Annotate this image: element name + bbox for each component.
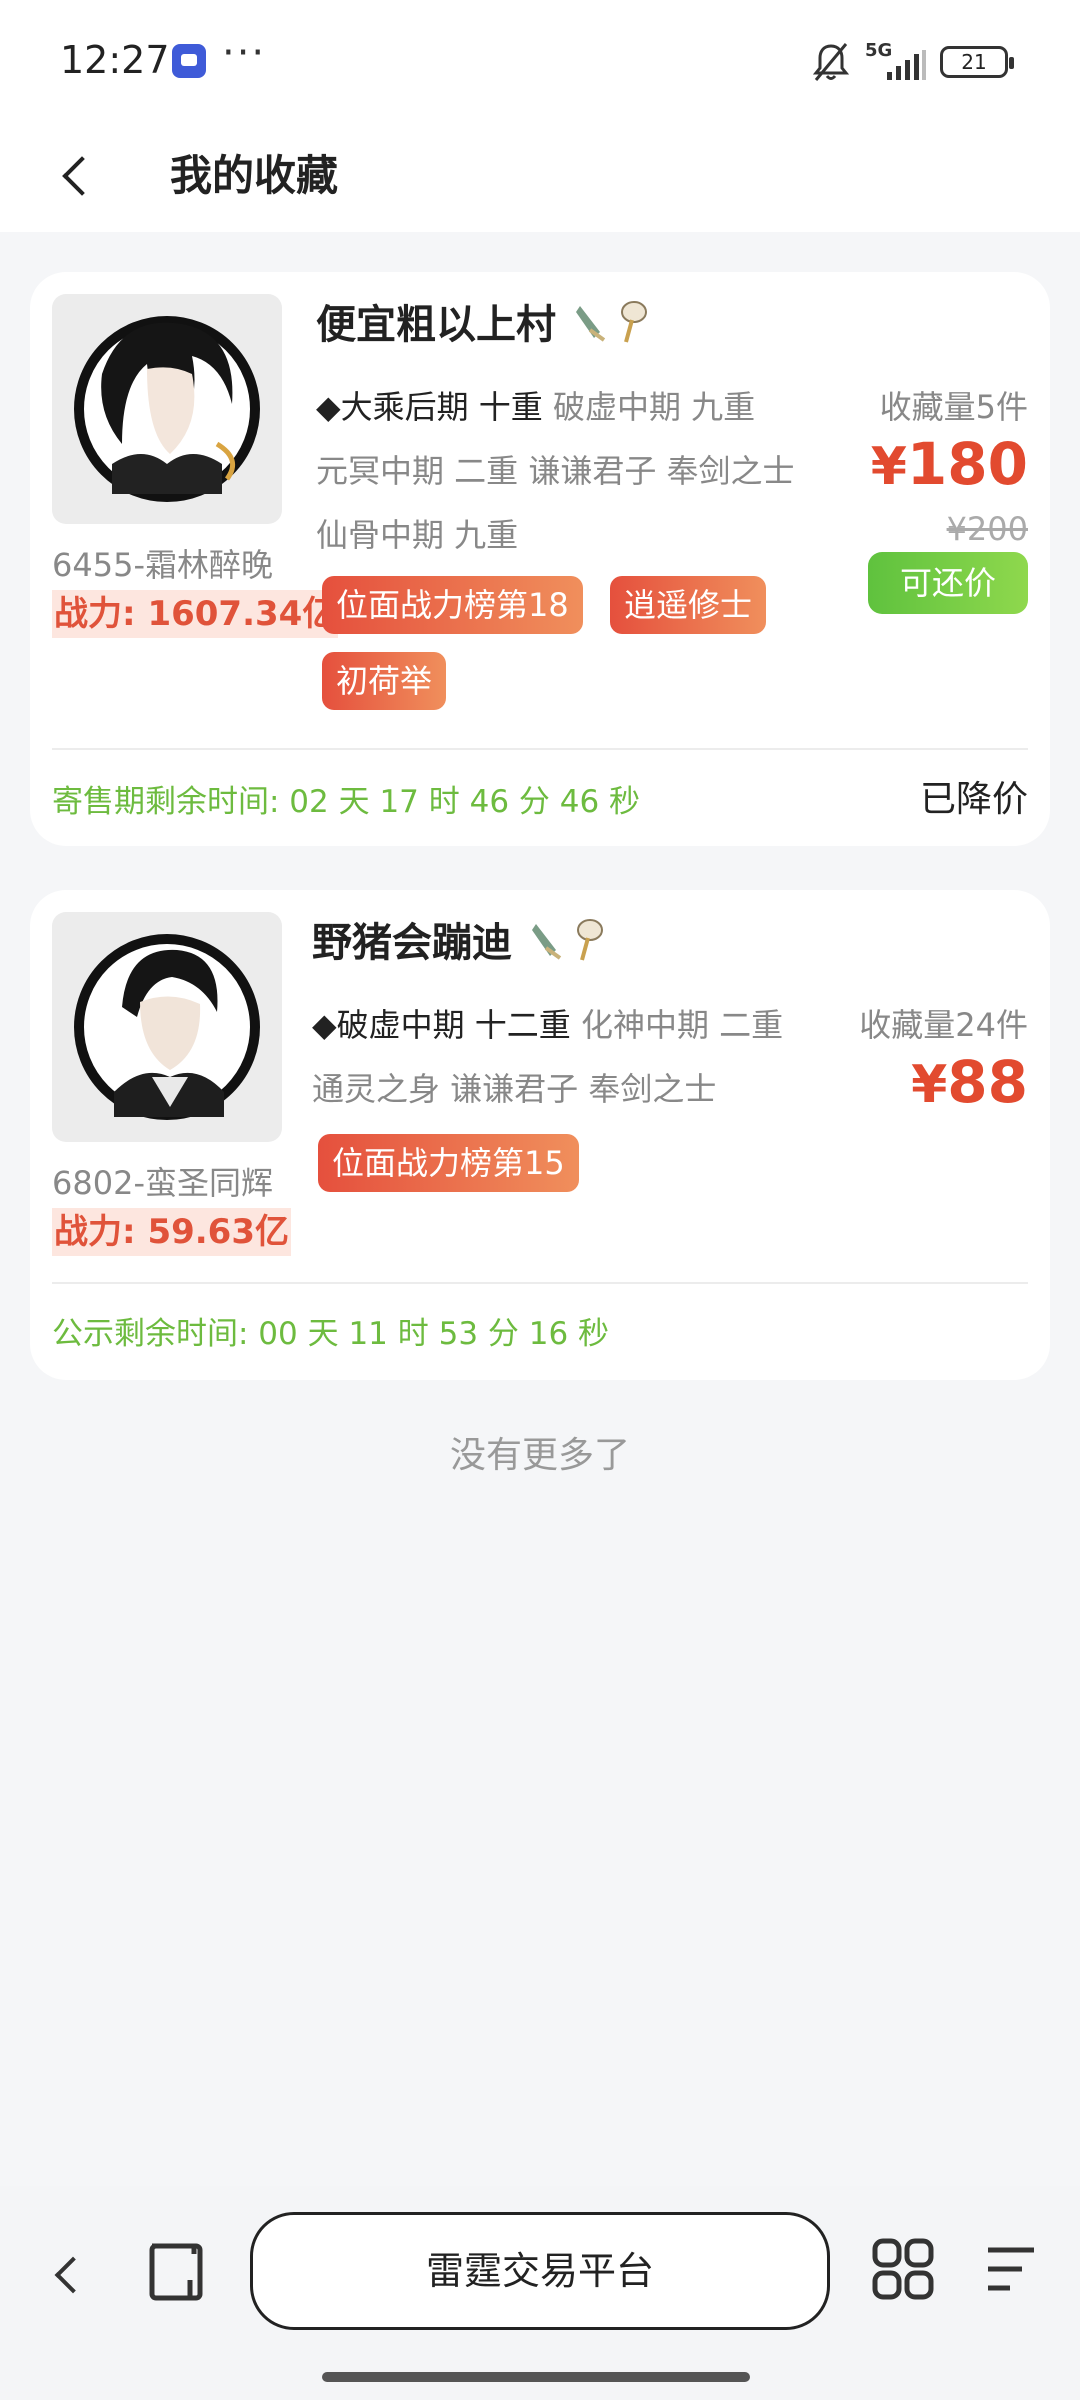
status-time: 12:27	[60, 38, 170, 82]
realm-line-2: 通灵之身 谦谦君子 奉剑之士	[312, 1070, 717, 1108]
battery-level: 21	[961, 50, 987, 74]
consignment-timer: 寄售期剩余时间: 02 天 17 时 46 分 46 秒	[52, 784, 641, 820]
original-price: ¥200	[946, 510, 1028, 548]
realm-secondary: 破虚中期 九重	[542, 388, 756, 426]
tabs-icon[interactable]	[146, 2240, 210, 2304]
combat-power-value: 1607.34亿	[147, 594, 337, 634]
price-dropped-label: 已降价	[919, 779, 1028, 820]
more-notifications-icon: ···	[222, 30, 267, 76]
tag-title: 逍遥修士	[610, 576, 767, 634]
divider	[52, 1282, 1028, 1284]
menu-icon[interactable]	[984, 2242, 1038, 2296]
character-avatar	[52, 294, 282, 524]
browser-toolbar: 雷霆交易平台	[0, 2186, 1080, 2400]
realm-line-2: 元冥中期 二重 谦谦君子 奉剑之士	[316, 452, 795, 490]
item-title: 野猪会蹦迪	[312, 920, 512, 966]
item-title: 便宜粗以上村	[316, 302, 556, 348]
combat-power: 战力: 1607.34亿	[52, 590, 339, 638]
character-avatar	[52, 912, 282, 1142]
app-notification-icon	[172, 44, 206, 78]
bell-muted-icon	[812, 43, 850, 81]
divider	[52, 748, 1028, 750]
favorite-item-card[interactable]: 6455-霜林醉晚 战力: 1607.34亿 便宜粗以上村 ◆大乘后期 十重 破…	[30, 272, 1050, 846]
combat-power-label: 战力:	[54, 594, 136, 634]
signal-icon	[887, 50, 926, 80]
status-bar: 12:27 ··· 5G 21	[0, 0, 1080, 120]
server-name: 6455-霜林醉晚	[52, 546, 273, 584]
realm-line-1: ◆破虚中期 十二重 化神中期 二重	[312, 1000, 783, 1046]
server-name: 6802-蛮圣同辉	[52, 1164, 273, 1202]
tag-ranking: 位面战力榜第18	[322, 576, 583, 634]
favorite-count: 收藏量5件	[879, 388, 1028, 426]
price-currency: ¥	[911, 1055, 948, 1115]
equipment-icons	[576, 301, 647, 343]
apps-grid-icon[interactable]	[872, 2238, 934, 2300]
negotiable-button[interactable]: 可还价	[868, 552, 1028, 614]
tag-title: 初荷举	[322, 652, 447, 710]
browser-back-button[interactable]	[50, 2246, 90, 2306]
favorite-item-card[interactable]: 6802-蛮圣同辉 战力: 59.63亿 野猪会蹦迪 ◆破虚中期 十二重 化神中…	[30, 890, 1050, 1380]
page-header: 我的收藏	[0, 120, 1080, 232]
address-bar[interactable]: 雷霆交易平台	[250, 2212, 830, 2330]
price: ¥88	[911, 1048, 1028, 1116]
public-notice-timer: 公示剩余时间: 00 天 11 时 53 分 16 秒	[52, 1316, 610, 1352]
price: ¥180	[871, 430, 1028, 498]
home-indicator[interactable]	[322, 2372, 750, 2382]
end-of-list-text: 没有更多了	[449, 1435, 630, 1476]
back-button[interactable]	[54, 140, 114, 210]
combat-power: 战力: 59.63亿	[52, 1208, 291, 1256]
tag-ranking: 位面战力榜第15	[318, 1134, 579, 1192]
favorite-count: 收藏量24件	[859, 1006, 1028, 1044]
realm-secondary: 化神中期 二重	[570, 1006, 784, 1044]
realm-line-1: ◆大乘后期 十重 破虚中期 九重	[316, 382, 755, 428]
equipment-icons	[532, 919, 603, 961]
realm-line-3: 仙骨中期 九重	[316, 516, 519, 554]
page-title: 我的收藏	[170, 151, 339, 200]
realm-main: ◆大乘后期 十重	[316, 388, 543, 426]
realm-main: ◆破虚中期 十二重	[312, 1006, 571, 1044]
combat-power-value: 59.63亿	[147, 1212, 289, 1252]
price-currency: ¥	[870, 437, 907, 497]
price-value: 180	[906, 430, 1028, 498]
combat-power-label: 战力:	[54, 1212, 136, 1252]
battery-icon: 21	[940, 46, 1014, 78]
price-value: 88	[947, 1048, 1028, 1116]
